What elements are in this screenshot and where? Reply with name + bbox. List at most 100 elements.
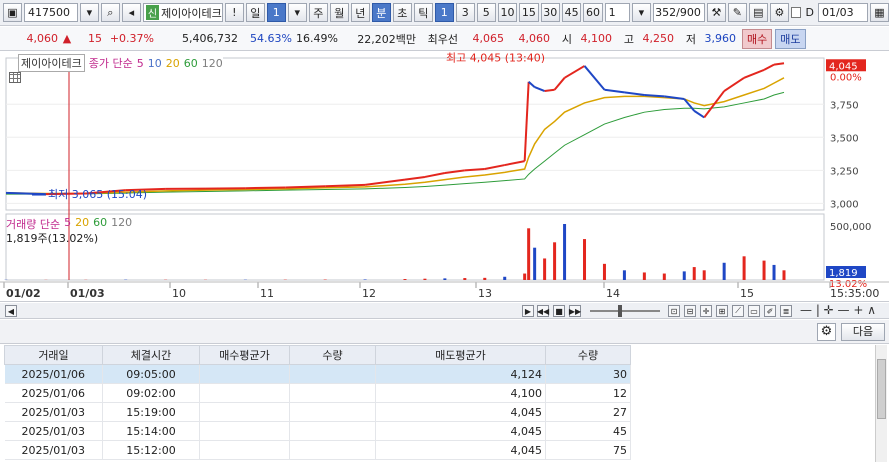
table-row[interactable]: 2025/01/03 15:14:00 4,045 45: [4, 421, 631, 441]
price-segment: [404, 175, 426, 181]
scroll-right-icon[interactable]: ▶: [522, 305, 534, 317]
cell-sell-avg: 4,045: [375, 421, 546, 441]
cell-date: 2025/01/06: [4, 364, 103, 384]
stock-name-box[interactable]: 신 제이아이테크: [142, 3, 223, 22]
buy-button[interactable]: 매수: [742, 28, 773, 49]
volume-bar: [543, 258, 547, 280]
volume-bar: [523, 273, 527, 280]
interval-10-button[interactable]: 10: [497, 3, 518, 22]
col-trade-date[interactable]: 거래일: [4, 345, 103, 365]
chart-scroll-row: ◀ ▶ ◀◀ ■ ▶▶ ⊡ ⊟ ✛ ⊞ ⟋ ▭ ✐ ≣ — | ✛ — + ∧: [0, 303, 889, 319]
trend-icon[interactable]: ⟋: [732, 305, 744, 317]
warning-button[interactable]: !: [224, 3, 244, 22]
period-year-button[interactable]: 년: [350, 3, 370, 22]
grid-toolbar: ⚙ 다음: [0, 320, 889, 344]
interval-45-button[interactable]: 45: [561, 3, 582, 22]
save-icon[interactable]: ▤: [748, 3, 768, 22]
period-dropdown-icon[interactable]: ▾: [287, 3, 307, 22]
low-price: 3,960: [704, 32, 737, 45]
col-sell-qty[interactable]: 수량: [545, 345, 631, 365]
price-segment: [583, 65, 606, 91]
ma20-label: 20: [165, 56, 180, 70]
interval-1-button[interactable]: 1: [434, 3, 454, 22]
price-segment: [523, 81, 530, 162]
col-buy-avg[interactable]: 매수평균가: [199, 345, 290, 365]
table-row[interactable]: 2025/01/06 09:05:00 4,124 30: [4, 364, 631, 384]
grid-icon[interactable]: [9, 72, 21, 83]
date-checkbox[interactable]: [790, 7, 802, 18]
cell-sell-qty: 27: [545, 402, 631, 422]
interval-3-button[interactable]: 3: [455, 3, 475, 22]
period-second-button[interactable]: 초: [392, 3, 412, 22]
zoom-controls[interactable]: — | ✛ — + ∧: [800, 303, 876, 317]
crosshair-icon[interactable]: ✛: [700, 305, 712, 317]
draw-line-icon[interactable]: ✐: [764, 305, 776, 317]
price-chart-area[interactable]: 4,0450.00%3,7503,5003,2503,0004,045500,0…: [0, 52, 889, 302]
period-minute-button[interactable]: 분: [371, 3, 391, 22]
interval-5-button[interactable]: 5: [476, 3, 496, 22]
speaker-icon[interactable]: ◂: [121, 3, 141, 22]
col-exec-time[interactable]: 체결시간: [102, 345, 200, 365]
cell-buy-avg: [199, 364, 290, 384]
cell-sell-avg: 4,100: [375, 383, 546, 403]
current-price: 4,060: [26, 32, 59, 45]
table-vertical-scrollbar[interactable]: [875, 345, 887, 462]
period-tick-button[interactable]: 틱: [413, 3, 433, 22]
layout-icon[interactable]: ▣: [3, 3, 22, 22]
cell-time: 09:02:00: [102, 383, 200, 403]
ruler-icon[interactable]: ▭: [748, 305, 760, 317]
ma20-line: [5, 77, 785, 195]
interval-15-button[interactable]: 15: [519, 3, 539, 22]
cell-sell-avg: 4,045: [375, 440, 546, 460]
indicator-icon[interactable]: ⚒: [706, 3, 726, 22]
interval-60-button[interactable]: 60: [583, 3, 603, 22]
dropdown-icon[interactable]: ▾: [79, 3, 99, 22]
zoom-window-icon[interactable]: ⊟: [684, 305, 696, 317]
count-input[interactable]: 1: [604, 3, 630, 22]
table-row[interactable]: 2025/01/06 09:02:00 4,100 12: [4, 383, 631, 403]
sell-button[interactable]: 매도: [775, 28, 806, 49]
stock-code-input[interactable]: 417500: [24, 3, 78, 22]
time-axis-label: 10: [172, 287, 186, 300]
search-icon[interactable]: ⌕: [100, 3, 120, 22]
chart-canvas[interactable]: 4,0450.00%3,7503,5003,2503,0004,045500,0…: [0, 52, 889, 302]
chart-stock-name: 제이아이테크: [18, 54, 85, 72]
col-buy-qty[interactable]: 수량: [289, 345, 376, 365]
zoom-slider-thumb[interactable]: [618, 305, 622, 317]
draw-icon[interactable]: ✎: [727, 3, 747, 22]
price-segment: [527, 81, 536, 88]
time-axis-label: 12: [362, 287, 376, 300]
measure-icon[interactable]: ⊞: [716, 305, 728, 317]
stop-icon[interactable]: ■: [553, 305, 565, 317]
ma-series-label: 종가 단순: [88, 57, 133, 70]
period-day-button[interactable]: 일: [245, 3, 265, 22]
price-segment: [534, 86, 545, 92]
scroll-left-icon[interactable]: ◀: [5, 305, 17, 317]
price-change: 15: [88, 32, 102, 45]
table-row[interactable]: 2025/01/03 15:12:00 4,045 75: [4, 440, 631, 460]
date-input[interactable]: 01/03: [817, 3, 868, 22]
calendar-icon[interactable]: ▦: [870, 3, 889, 22]
cell-buy-qty: [289, 421, 376, 441]
bar-count-input[interactable]: 352/900: [652, 3, 705, 22]
grid-settings-gear-icon[interactable]: ⚙: [817, 323, 836, 341]
fibonacci-icon[interactable]: ≣: [780, 305, 792, 317]
forward-icon[interactable]: ▶▶: [569, 305, 581, 317]
table-row[interactable]: 2025/01/03 15:19:00 4,045 27: [4, 402, 631, 422]
table-header-row: 거래일 체결시간 매수평균가 수량 매도평균가 수량: [4, 345, 631, 365]
interval-30-button[interactable]: 30: [540, 3, 560, 22]
price-axis-label: 3,000: [830, 199, 859, 210]
cell-sell-qty: 30: [545, 364, 631, 384]
col-sell-avg[interactable]: 매도평균가: [375, 345, 546, 365]
next-page-button[interactable]: 다음: [841, 323, 885, 341]
zoom-slider-track[interactable]: [590, 310, 660, 312]
gear-icon[interactable]: ⚙: [769, 3, 789, 22]
zoom-fit-icon[interactable]: ⊡: [668, 305, 680, 317]
rewind-icon[interactable]: ◀◀: [537, 305, 549, 317]
period-week-button[interactable]: 주: [308, 3, 328, 22]
count-dropdown-icon[interactable]: ▾: [631, 3, 651, 22]
cell-buy-avg: [199, 440, 290, 460]
period-month-button[interactable]: 월: [329, 3, 349, 22]
scrollbar-thumb[interactable]: [877, 359, 886, 419]
period-num-button[interactable]: 1: [266, 3, 286, 22]
